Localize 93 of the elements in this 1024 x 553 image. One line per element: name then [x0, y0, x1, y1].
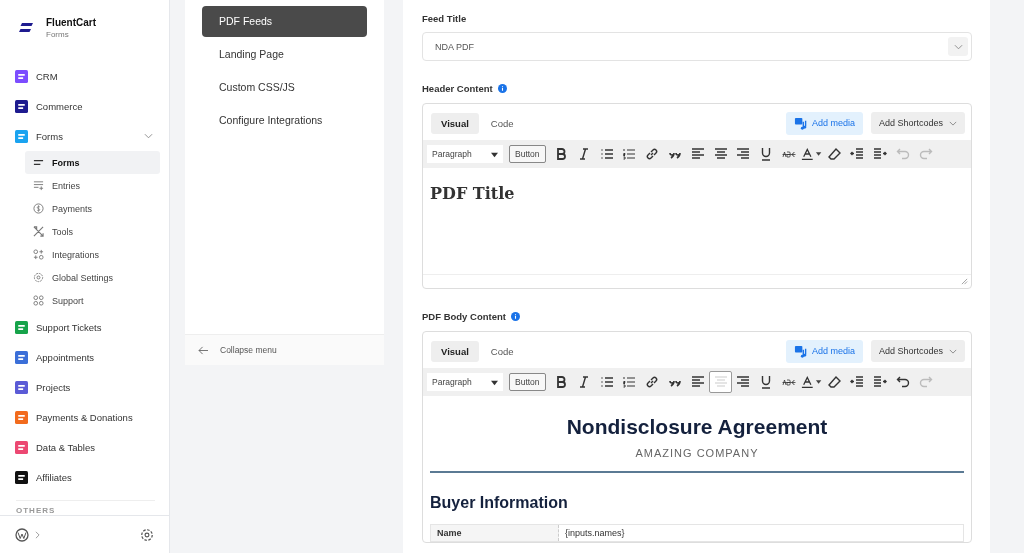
section-heading: OTHERS	[15, 505, 57, 516]
numbers-icon	[622, 147, 637, 161]
link-icon	[645, 147, 660, 161]
chevron-down-icon	[949, 348, 957, 354]
nav-subitem[interactable]: Integrations	[25, 243, 160, 267]
heading-text: PDF Title	[430, 183, 516, 203]
undo-icon	[895, 147, 910, 161]
undo-icon	[895, 375, 910, 389]
settings-icon[interactable]	[140, 527, 154, 542]
grid-icon	[33, 295, 44, 307]
resize-handle-icon[interactable]	[961, 278, 968, 285]
tools-icon	[33, 226, 44, 238]
nav-item[interactable]: Appointments	[15, 342, 169, 373]
align-left-icon	[690, 147, 705, 161]
align-right-icon	[736, 375, 751, 389]
field-label: Feed Title	[422, 13, 468, 24]
nav-subitem[interactable]: Tools	[25, 220, 160, 244]
eraser-icon	[827, 147, 842, 161]
gear-icon	[33, 272, 44, 284]
numbers-icon	[622, 375, 637, 389]
nav-subitem[interactable]: Entries	[25, 174, 160, 198]
format-select[interactable]: Paragraph	[427, 145, 503, 163]
insert-button-button[interactable]: Button	[509, 373, 546, 391]
editor-tab[interactable]: Code	[480, 112, 524, 134]
nav-item[interactable]: Forms	[15, 121, 169, 152]
redo-icon	[918, 147, 933, 161]
eraser-icon	[827, 375, 842, 389]
field-label: PDF Body Content	[422, 311, 506, 322]
nav-item[interactable]: Data & Tables	[15, 432, 169, 463]
caret-icon	[491, 150, 498, 158]
bullets-icon	[599, 147, 614, 161]
table-cell-text: {inputs.names}	[564, 527, 626, 540]
list-plus-icon	[33, 180, 44, 192]
editor-tab[interactable]: Visual	[431, 112, 479, 134]
bullets-icon	[599, 375, 614, 389]
nav-subitem[interactable]: Forms	[25, 151, 160, 175]
insert-button-button[interactable]: Button	[509, 145, 546, 163]
coin-icon	[33, 203, 44, 215]
logo-icon	[18, 21, 34, 34]
add-media-button[interactable]: Add media	[785, 339, 863, 363]
brand-subtitle: Forms	[46, 29, 70, 39]
table-cell: Name	[431, 525, 559, 541]
brand-name: FluentCart	[46, 16, 96, 28]
nav-item[interactable]: Payments & Donations	[15, 402, 169, 433]
nav-subitem[interactable]: Payments	[25, 197, 160, 221]
submenu-item[interactable]: Landing Page	[202, 39, 367, 70]
nav-item[interactable]: Affiliates	[15, 462, 169, 493]
text-color-icon	[801, 375, 814, 389]
submenu-item[interactable]: Custom CSS/JS	[202, 72, 367, 103]
arrow-left-icon	[198, 345, 209, 355]
caret-icon	[814, 150, 823, 158]
nav-item[interactable]: Projects	[15, 372, 169, 403]
add-shortcodes-button[interactable]: Add Shortcodes	[870, 112, 965, 134]
editor-tab[interactable]: Visual	[431, 340, 479, 362]
add-media-button[interactable]: Add media	[785, 111, 863, 135]
media-icon	[793, 116, 807, 130]
submenu-item[interactable]: PDF Feeds	[202, 6, 367, 37]
nav-item[interactable]: CRM	[15, 61, 169, 92]
nav-item[interactable]: Support Tickets	[15, 312, 169, 343]
document-subtitle: AMAZING COMPANY	[634, 447, 760, 459]
outdent-icon	[850, 375, 865, 389]
media-icon	[793, 344, 807, 358]
add-shortcodes-button[interactable]: Add Shortcodes	[870, 340, 965, 362]
indent-icon	[873, 147, 888, 161]
nodes-icon	[33, 249, 44, 261]
indent-icon	[873, 375, 888, 389]
align-center-button[interactable]	[709, 371, 732, 393]
nav-subitem[interactable]: Support	[25, 289, 160, 313]
info-icon[interactable]	[497, 84, 507, 93]
chevron-down-icon	[949, 120, 957, 126]
caret-icon	[491, 378, 498, 386]
collapse-button[interactable]: Collapse menu	[185, 334, 384, 365]
submenu-item[interactable]: Configure Integrations	[202, 105, 367, 136]
info-icon[interactable]	[510, 312, 520, 321]
format-select[interactable]: Paragraph	[427, 373, 503, 391]
align-right-icon	[736, 147, 751, 161]
feed-title-select[interactable]: NDA PDF	[422, 32, 972, 61]
align-center-icon	[713, 147, 728, 161]
redo-icon	[918, 375, 933, 389]
wordpress-icon[interactable]	[15, 527, 29, 542]
nav-item[interactable]: Commerce	[15, 91, 169, 122]
field-label: Header Content	[422, 83, 493, 94]
editor-tab[interactable]: Code	[480, 340, 524, 362]
outdent-icon	[850, 147, 865, 161]
document-title: Nondisclosure Agreement	[565, 414, 829, 439]
nav-subitem[interactable]: Global Settings	[25, 266, 160, 290]
text-color-icon	[801, 147, 814, 161]
link-icon	[645, 375, 660, 389]
chevron-down-icon	[953, 43, 963, 50]
align-center-icon	[713, 375, 728, 389]
caret-icon	[814, 378, 823, 386]
align-left-icon	[690, 375, 705, 389]
section-heading: Buyer Information	[430, 494, 569, 512]
